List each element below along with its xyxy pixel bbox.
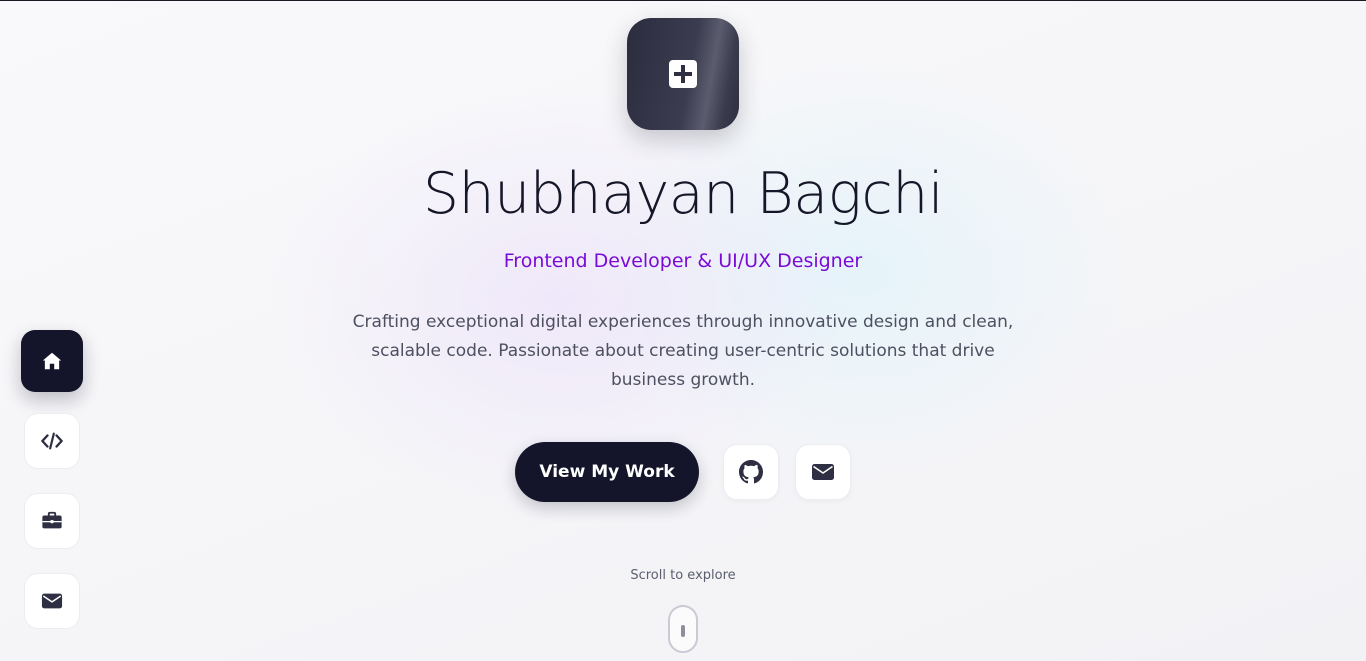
github-icon bbox=[739, 460, 763, 484]
home-icon bbox=[42, 352, 62, 370]
envelope-icon bbox=[41, 593, 63, 609]
plus-square-icon bbox=[669, 60, 697, 88]
nav-item-work[interactable] bbox=[24, 493, 80, 549]
mouse-wheel bbox=[681, 625, 685, 637]
nav-item-home[interactable] bbox=[21, 330, 83, 392]
hero-name: Shubhayan Bagchi bbox=[422, 161, 944, 227]
scroll-hint-label: Scroll to explore bbox=[630, 568, 736, 583]
nav-item-code[interactable] bbox=[24, 413, 80, 469]
github-button[interactable] bbox=[723, 444, 779, 500]
email-button[interactable] bbox=[795, 444, 851, 500]
code-icon bbox=[41, 432, 63, 450]
mouse-icon bbox=[668, 605, 698, 653]
briefcase-icon bbox=[42, 511, 62, 529]
view-my-work-button[interactable]: View My Work bbox=[515, 442, 699, 502]
logo-tile bbox=[627, 18, 739, 130]
envelope-icon bbox=[812, 464, 834, 480]
hero-role: Frontend Developer & UI/UX Designer bbox=[503, 250, 863, 272]
hero-description: Crafting exceptional digital experiences… bbox=[352, 312, 1014, 390]
